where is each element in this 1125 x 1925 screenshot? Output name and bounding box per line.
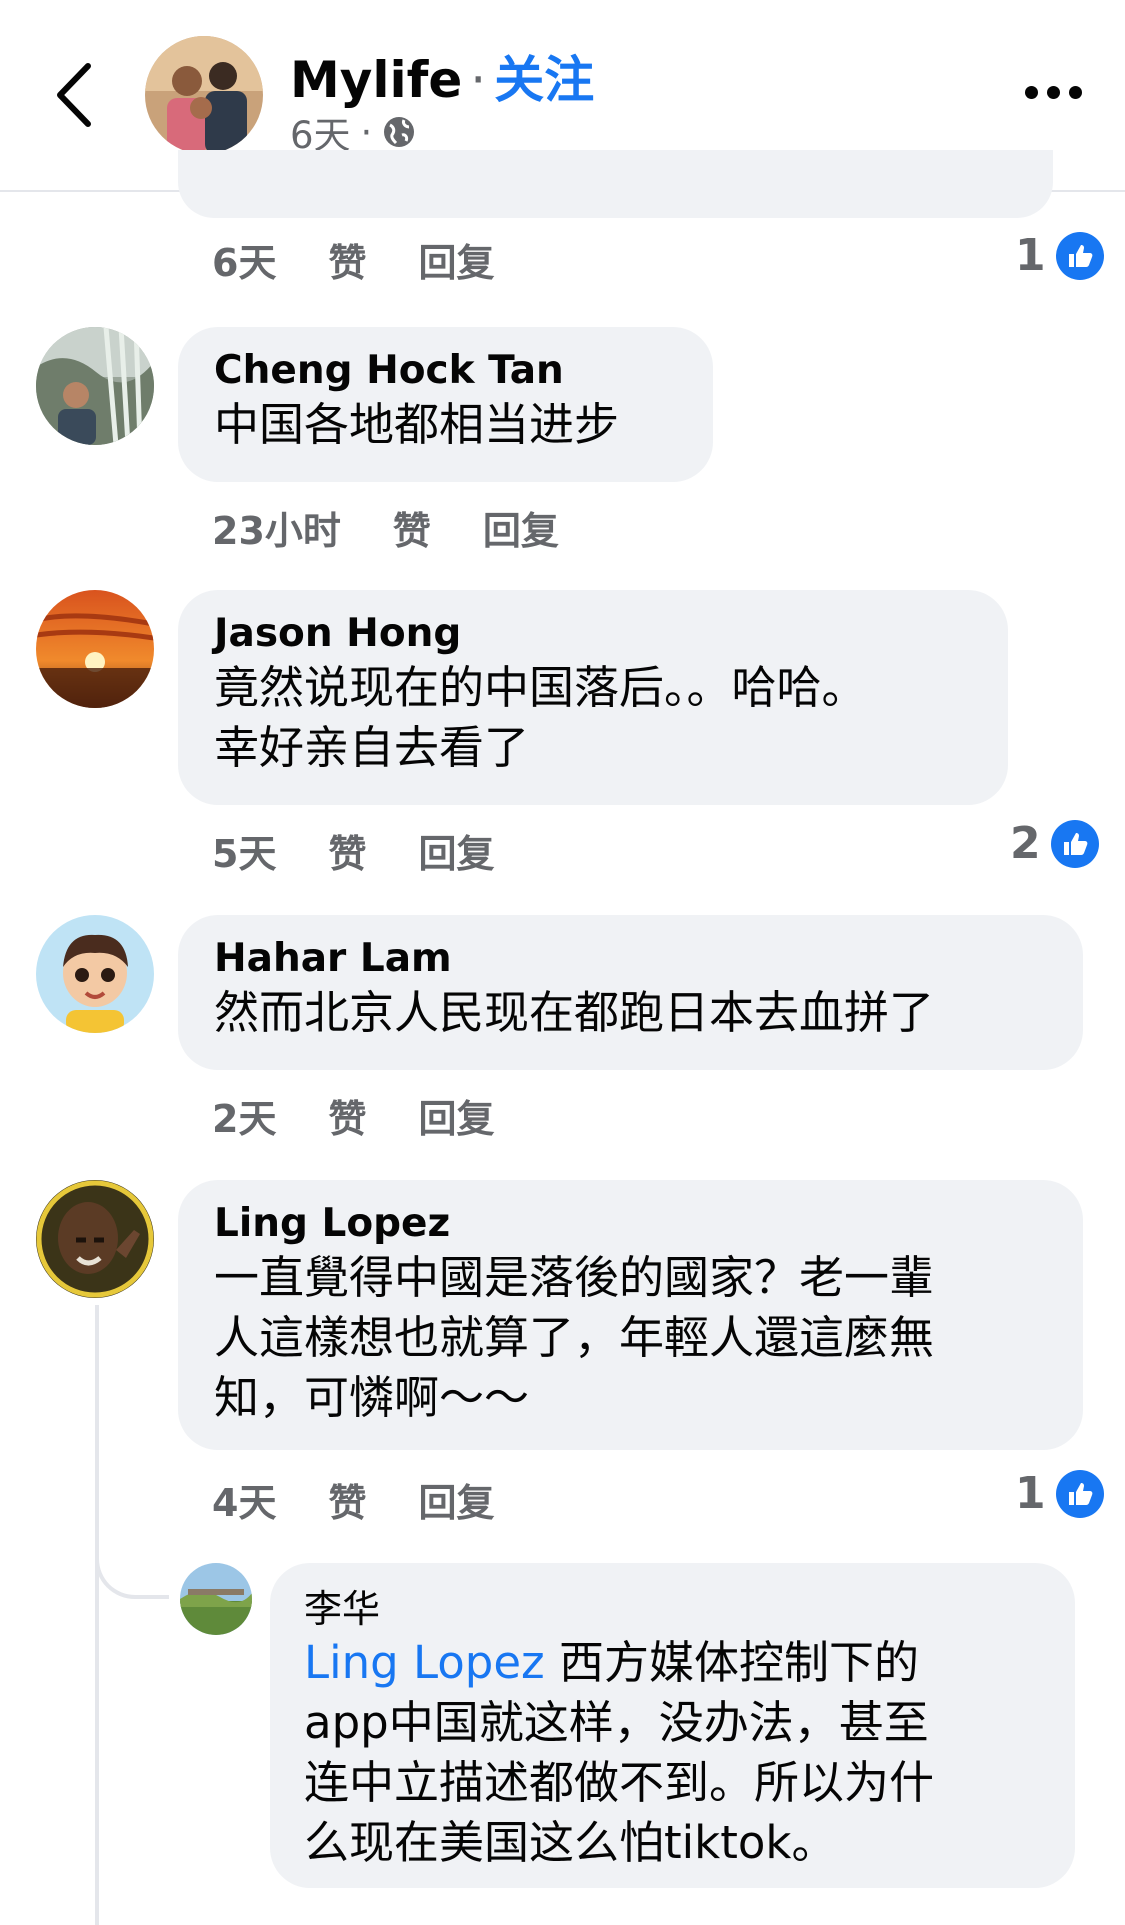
comment-actions: 6天 赞 回复	[212, 232, 546, 287]
chevron-left-icon[interactable]	[50, 60, 100, 130]
comment-time[interactable]: 5天	[212, 823, 276, 878]
thumbs-up-icon	[1055, 1469, 1104, 1518]
comment-bubble: Hahar Lam 然而北京人民现在都跑日本去血拼了	[178, 915, 1083, 1070]
comment-text-line: 人這樣想也就算了，年輕人還這麼無	[214, 1311, 935, 1364]
comment-actions: 5天 赞 回复	[212, 823, 546, 878]
thumbs-up-icon	[1055, 231, 1104, 280]
like-button[interactable]: 赞	[328, 1472, 366, 1527]
page-title-row: Mylife · 关注	[290, 40, 594, 112]
avatar[interactable]	[36, 590, 154, 708]
reply-text-line: app中国就这样，没办法，甚至	[304, 1696, 929, 1749]
reaction-count[interactable]: 1	[1015, 230, 1104, 281]
comment-text-line: 一直覺得中國是落後的國家？老一輩	[214, 1251, 935, 1304]
comment-author[interactable]: Jason Hong	[214, 610, 972, 658]
like-button[interactable]: 赞	[328, 232, 366, 287]
more-horizontal-icon[interactable]	[1025, 86, 1082, 99]
comment-text-line: 知，可憐啊～～	[214, 1371, 530, 1424]
avatar[interactable]	[180, 1563, 252, 1635]
thread-connector-curve	[95, 1520, 169, 1599]
meta-separator: ·	[360, 110, 373, 154]
comment-bubble: Ling Lopez 一直覺得中國是落後的國家？老一輩 人這樣想也就算了，年輕人…	[178, 1180, 1083, 1450]
avatar[interactable]	[36, 1180, 154, 1298]
reaction-count[interactable]: 1	[1015, 1468, 1104, 1519]
like-button[interactable]: 赞	[328, 823, 366, 878]
comment-author[interactable]: Ling Lopez	[214, 1200, 1047, 1248]
comment-text-line: 幸好亲自去看了	[214, 721, 530, 774]
reply-button[interactable]: 回复	[418, 1472, 494, 1527]
comment-author[interactable]: Hahar Lam	[214, 935, 1047, 983]
reply-button[interactable]: 回复	[483, 500, 559, 555]
like-count: 1	[1015, 1468, 1046, 1519]
like-count: 2	[1010, 818, 1041, 869]
reply-text-line: 连中立描述都做不到。所以为什	[304, 1756, 935, 1809]
mention-link[interactable]: Ling Lopez	[304, 1636, 545, 1689]
comment-time[interactable]: 23小时	[212, 500, 341, 555]
avatar[interactable]	[36, 327, 154, 445]
avatar[interactable]	[36, 915, 154, 1033]
thread-connector	[95, 1305, 99, 1925]
comment-time[interactable]: 6天	[212, 232, 276, 287]
comment-actions: 4天 赞 回复	[212, 1472, 546, 1527]
follow-button[interactable]: 关注	[494, 51, 594, 109]
previous-comment-bubble	[178, 150, 1053, 218]
comment-actions: 23小时 赞 回复	[212, 500, 611, 555]
thumbs-up-icon	[1050, 819, 1099, 868]
like-count: 1	[1015, 230, 1046, 281]
page-avatar[interactable]	[145, 36, 263, 154]
comment-author[interactable]: Cheng Hock Tan	[214, 347, 677, 395]
comment-time[interactable]: 4天	[212, 1472, 276, 1527]
reply-button[interactable]: 回复	[418, 232, 494, 287]
reply-button[interactable]: 回复	[418, 823, 494, 878]
comment-actions: 2天 赞 回复	[212, 1088, 546, 1143]
reply-text: 西方媒体控制下的	[544, 1636, 919, 1689]
title-separator: ·	[470, 51, 487, 109]
globe-icon	[384, 117, 415, 147]
reply-author[interactable]: 李华	[304, 1585, 1041, 1633]
reply-button[interactable]: 回复	[418, 1088, 494, 1143]
comment-bubble: Jason Hong 竟然说现在的中国落后。。哈哈。 幸好亲自去看了	[178, 590, 1008, 805]
like-button[interactable]: 赞	[393, 500, 431, 555]
reply-bubble: 李华 Ling Lopez 西方媒体控制下的 app中国就这样，没办法，甚至 连…	[270, 1563, 1075, 1888]
comment-text: 中国各地都相当进步	[214, 398, 620, 451]
like-button[interactable]: 赞	[328, 1088, 366, 1143]
page-name[interactable]: Mylife	[290, 51, 462, 109]
comment-text: 然而北京人民现在都跑日本去血拼了	[214, 986, 935, 1039]
comment-bubble: Cheng Hock Tan 中国各地都相当进步	[178, 327, 713, 482]
reaction-count[interactable]: 2	[1010, 818, 1099, 869]
comment-text-line: 竟然说现在的中国落后。。哈哈。	[214, 661, 867, 714]
reply-text-line: 么现在美国这么怕tiktok。	[304, 1816, 837, 1869]
comment-time[interactable]: 2天	[212, 1088, 276, 1143]
